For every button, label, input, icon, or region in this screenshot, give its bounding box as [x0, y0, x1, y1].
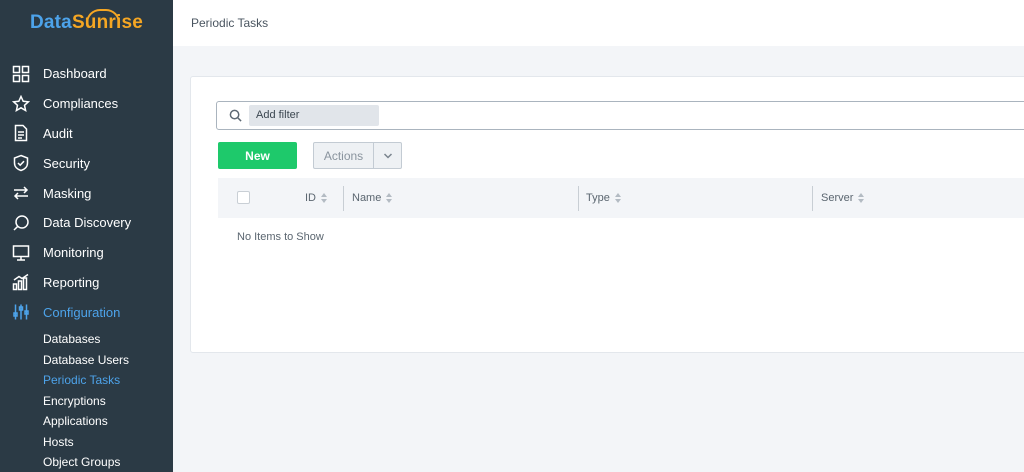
- filter-bar[interactable]: Add filter: [216, 101, 1024, 130]
- new-button[interactable]: New: [218, 142, 297, 169]
- sort-icon: [321, 193, 327, 203]
- top-bar: Periodic Tasks: [173, 0, 1024, 46]
- nav-label: Audit: [43, 125, 73, 141]
- column-header-server[interactable]: Server: [821, 178, 865, 218]
- subnav-item-applications[interactable]: Applications: [43, 411, 173, 432]
- arrows-icon: [11, 183, 31, 203]
- configuration-subnav: Databases Database Users Periodic Tasks …: [0, 329, 173, 472]
- sliders-icon: [11, 302, 31, 322]
- column-divider[interactable]: [578, 186, 579, 211]
- content-card: Add filter New Actions ID Name Type Serv…: [190, 76, 1024, 353]
- subnav-item-databases[interactable]: Databases: [43, 329, 173, 350]
- nav-item-masking[interactable]: Masking: [0, 178, 173, 208]
- subnav-item-database-users[interactable]: Database Users: [43, 350, 173, 371]
- nav-item-dashboard[interactable]: Dashboard: [0, 59, 173, 89]
- monitor-icon: [11, 243, 31, 263]
- sort-icon: [386, 193, 393, 203]
- column-header-type[interactable]: Type: [586, 178, 621, 218]
- column-divider[interactable]: [812, 186, 813, 211]
- subnav-item-encryptions[interactable]: Encryptions: [43, 391, 173, 412]
- nav-item-monitoring[interactable]: Monitoring: [0, 238, 173, 268]
- nav-item-reporting[interactable]: Reporting: [0, 268, 173, 298]
- nav-label: Compliances: [43, 96, 119, 112]
- select-all-checkbox[interactable]: [237, 191, 250, 204]
- column-header-name[interactable]: Name: [352, 178, 393, 218]
- actions-dropdown[interactable]: Actions: [313, 142, 402, 169]
- actions-label: Actions: [314, 143, 374, 168]
- nav-label: Masking: [43, 185, 92, 201]
- subnav-item-hosts[interactable]: Hosts: [43, 432, 173, 453]
- column-label: Name: [352, 192, 382, 204]
- nav-label: Dashboard: [43, 66, 107, 82]
- nav-item-audit[interactable]: Audit: [0, 119, 173, 149]
- subnav-item-periodic-tasks[interactable]: Periodic Tasks: [43, 370, 173, 391]
- nav-label: Data Discovery: [43, 215, 132, 231]
- nav-item-compliances[interactable]: Compliances: [0, 89, 173, 119]
- nav-label: Security: [43, 155, 90, 171]
- subnav-item-object-groups[interactable]: Object Groups: [43, 452, 173, 472]
- column-header-id[interactable]: ID: [305, 178, 327, 218]
- page-title: Periodic Tasks: [191, 16, 269, 30]
- star-icon: [11, 94, 31, 114]
- sidebar: Data Sunrise Dashboard Compliances Audit …: [0, 0, 173, 472]
- nav-label: Configuration: [43, 304, 121, 320]
- column-divider[interactable]: [343, 186, 344, 211]
- empty-state-text: No Items to Show: [237, 231, 324, 243]
- shield-icon: [11, 153, 31, 173]
- nav-label: Monitoring: [43, 245, 104, 261]
- bar-chart-icon: [11, 272, 31, 292]
- search-icon[interactable]: [221, 109, 249, 122]
- table-header: ID Name Type Server: [218, 178, 1024, 218]
- nav-item-data-discovery[interactable]: Data Discovery: [0, 208, 173, 238]
- nav-item-configuration[interactable]: Configuration: [0, 297, 173, 327]
- sort-icon: [858, 193, 865, 203]
- chevron-down-icon[interactable]: [374, 143, 401, 168]
- add-filter-button[interactable]: Add filter: [249, 105, 379, 126]
- brand-logo[interactable]: Data Sunrise: [0, 0, 173, 46]
- document-icon: [11, 123, 31, 143]
- nav-label: Reporting: [43, 274, 100, 290]
- main-nav: Dashboard Compliances Audit Security Mas…: [0, 59, 173, 327]
- dashboard-icon: [11, 64, 31, 84]
- column-label: Server: [821, 192, 854, 204]
- sort-icon: [614, 193, 621, 203]
- chat-search-icon: [11, 213, 31, 233]
- brand-name-part1: Data: [29, 12, 72, 33]
- column-label: Type: [586, 192, 610, 204]
- nav-item-security[interactable]: Security: [0, 148, 173, 178]
- column-label: ID: [305, 192, 316, 204]
